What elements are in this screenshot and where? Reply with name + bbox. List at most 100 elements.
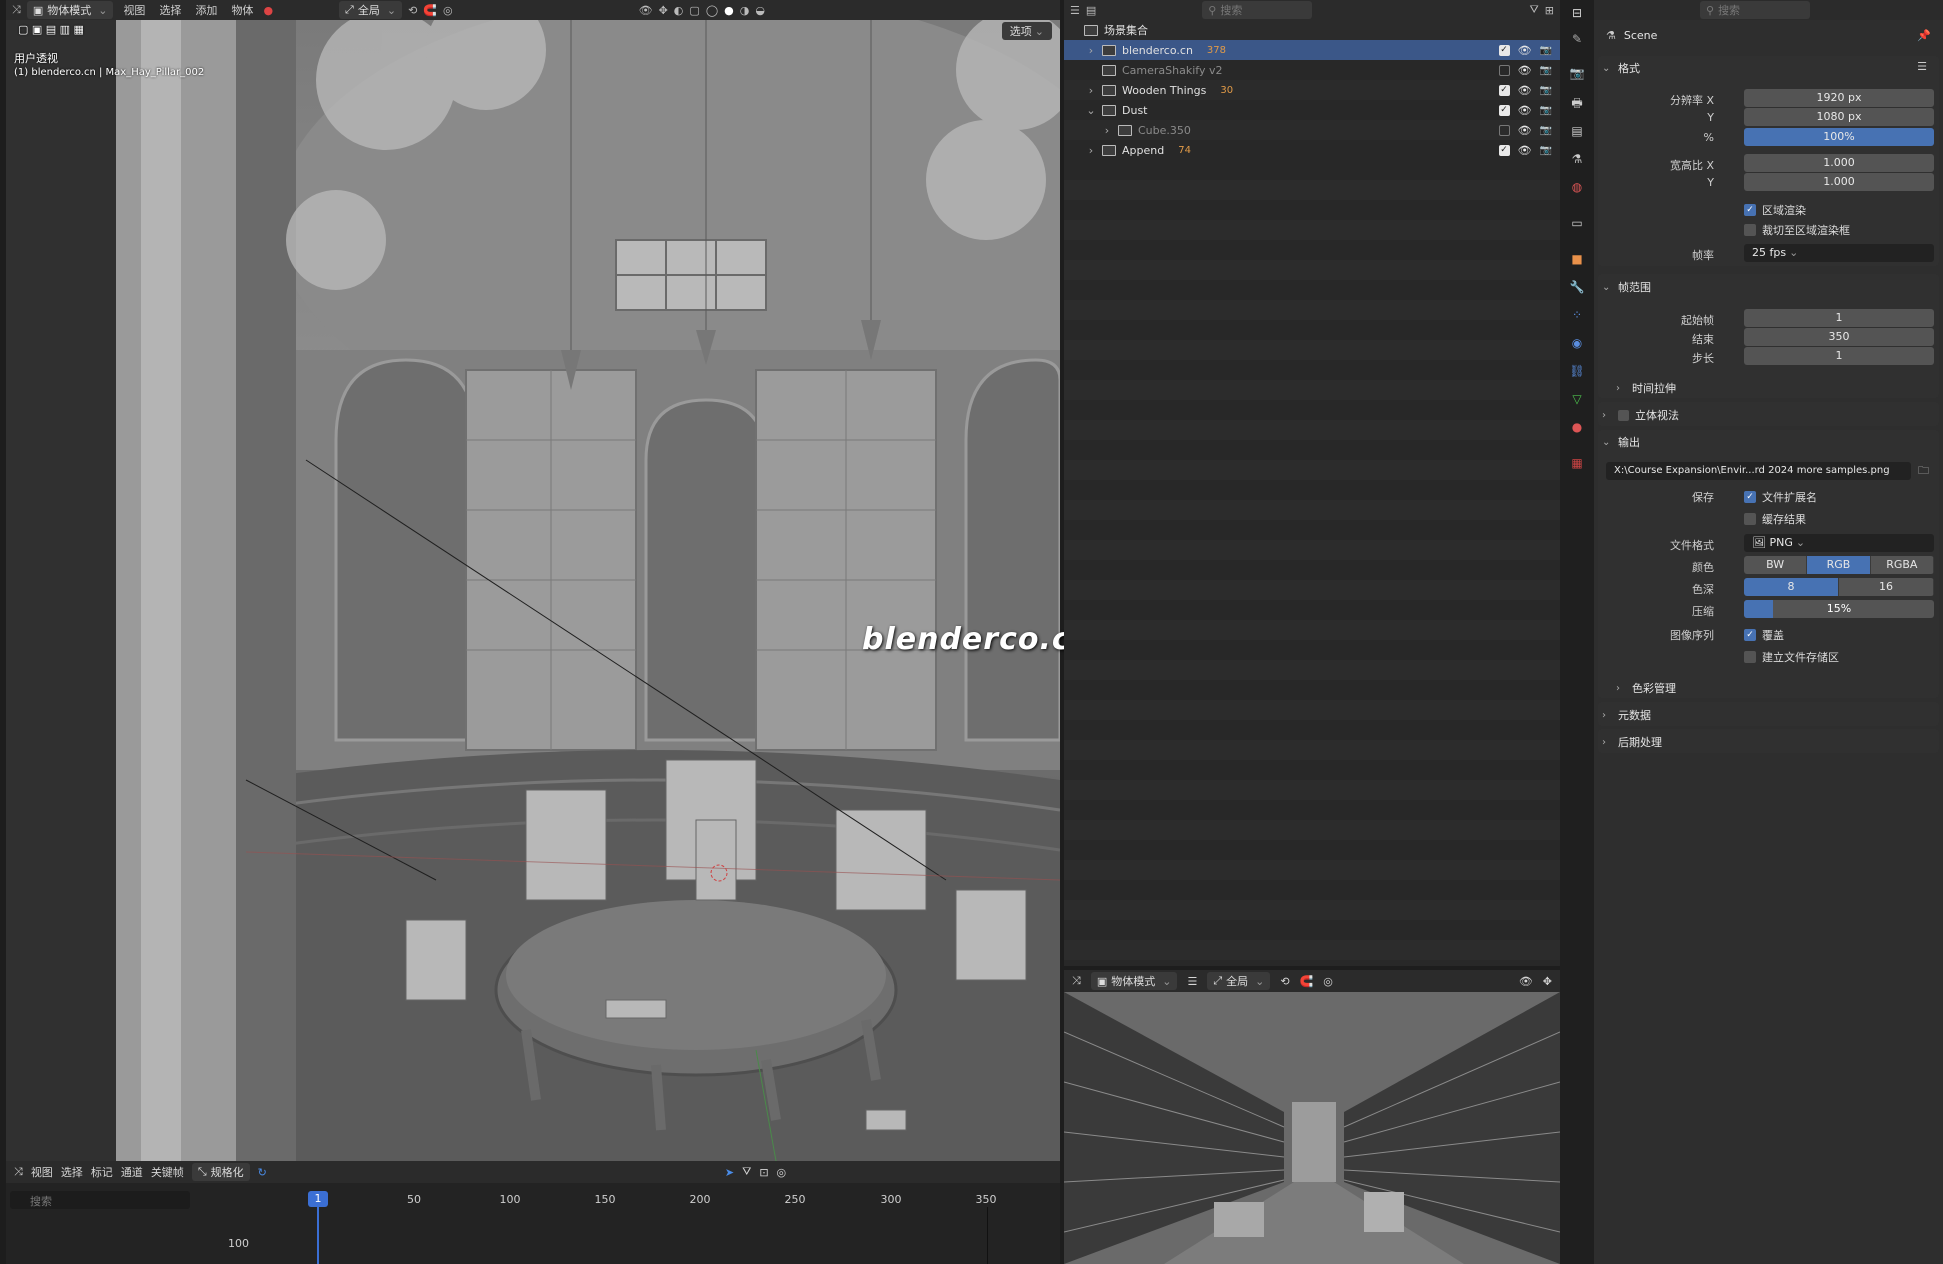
pin-icon[interactable]: 📌 [1917,29,1931,42]
gizmo-icon[interactable]: ✥ [659,4,668,17]
folder-icon[interactable]: 🗀 [1918,462,1929,481]
stereoscopy-header[interactable]: › 立体视法 [1602,407,1679,423]
output-header[interactable]: ⌄ 输出 [1602,434,1640,450]
res-y-field[interactable]: 1080 px [1744,108,1934,126]
material-tab-icon[interactable]: ● [1568,418,1586,436]
stereoscopy-checkbox[interactable] [1618,409,1629,421]
aspect-x-field[interactable]: 1.000 [1744,154,1934,172]
snap-icon[interactable]: 🧲 [423,4,437,17]
display-mode-icon[interactable]: ▤ [1086,4,1096,17]
file-format-dropdown[interactable]: 🖼 PNG [1744,534,1934,552]
res-pct-field[interactable]: 100% [1744,128,1934,146]
outliner-item[interactable]: › Wooden Things 30 ✓ 👁 📷 [1064,80,1560,100]
output-path-input[interactable]: X:\Course Expansion\Envir...rd 2024 more… [1606,462,1911,480]
modifier-tab-icon[interactable]: 🔧 [1568,278,1586,296]
outliner-item[interactable]: ⌄ Dust ✓ 👁 📷 [1064,100,1560,120]
outliner-search-input[interactable]: ⚲ 搜索 [1202,1,1313,19]
eye-icon[interactable]: 👁 [1518,124,1532,137]
3d-viewport[interactable]: 用户透视 (1) blenderco.cn | Max_Hay_Pillar_0… [6,20,1060,1161]
normalize-toggle[interactable]: ⤡ 规格化 [191,1163,250,1181]
color-depth-8[interactable]: 8 [1744,578,1839,596]
editor-type-icon[interactable]: ⊟ [1568,4,1586,22]
properties-panel[interactable]: ⚲ 搜索 ⚗ Scene 📌 ⌄ 格式 ☰ 分辨率 X 1920 px Y 1080… [1594,0,1943,1264]
color-mode-rgba[interactable]: RGBA [1870,556,1934,574]
proportional-icon[interactable]: ◎ [1323,975,1333,988]
physics-tab-icon[interactable]: ◉ [1568,334,1586,352]
menu-select[interactable]: 选择 [155,2,185,18]
format-panel-header[interactable]: ⌄ 格式 [1602,60,1640,76]
metadata-header[interactable]: › 元数据 [1602,707,1651,723]
texture-tab-icon[interactable]: ▦ [1568,454,1586,472]
xray-icon[interactable]: ▢ [689,4,699,17]
material-icon[interactable]: ● [263,4,273,17]
overlay-icon[interactable]: ◐ [674,4,684,17]
collection-tab-icon[interactable]: ▭ [1568,214,1586,232]
filter-icon[interactable]: ⛛ [742,1165,751,1179]
outliner-item-label[interactable]: CameraShakify v2 [1122,64,1222,77]
placeholders-checkbox[interactable]: 建立文件存储区 [1744,649,1839,665]
outliner-editor-icon[interactable]: ☰ [1070,4,1080,17]
preset-list-icon[interactable]: ☰ [1917,60,1927,73]
outliner-item-label[interactable]: Cube.350 [1138,124,1191,137]
eye-icon[interactable]: 👁 [1518,84,1532,97]
timeline-search-input[interactable]: 搜索 [10,1191,190,1209]
camera-icon[interactable]: 📷 [1540,105,1552,116]
data-tab-icon[interactable]: ▽ [1568,390,1586,408]
region-render-checkbox[interactable]: ✓ 区域渲染 [1744,202,1806,218]
timeline-editor-icon[interactable]: ⤨ [14,1165,23,1179]
proportional-edit-icon[interactable]: ◎ [443,4,453,17]
new-collection-icon[interactable]: ⊞ [1545,4,1554,17]
sync-icon[interactable]: ↻ [258,1166,267,1179]
expand-toggle-icon[interactable]: › [1084,144,1098,157]
timeline[interactable]: ⤨ 视图 选择 标记 通道 关键帧 ⤡ 规格化 ↻ ➤ ⛛ ⊡ ◎ 搜索 50 1… [6,1161,1060,1264]
outliner-item-label[interactable]: blenderco.cn [1122,44,1193,57]
expand-toggle-icon[interactable]: › [1084,84,1098,97]
view-layer-tab-icon[interactable]: ▤ [1568,122,1586,140]
tl-menu-channel[interactable]: 通道 [121,1164,143,1180]
eye-icon[interactable]: 👁 [1518,64,1532,77]
wireframe-shading-icon[interactable]: ◯ [706,4,718,17]
outliner-item[interactable]: › Append 74 ✓ 👁 📷 [1064,140,1560,160]
outliner-root[interactable]: 场景集合 [1064,20,1560,40]
res-x-field[interactable]: 1920 px [1744,89,1934,107]
proportional-icon[interactable]: ◎ [777,1166,787,1179]
color-mode-selector[interactable]: BW RGB RGBA [1744,556,1934,574]
file-extension-checkbox[interactable]: ✓ 文件扩展名 [1744,489,1817,505]
frame-start-field[interactable]: 1 [1744,309,1934,327]
editor-type-icon[interactable]: ⤨ [1072,974,1081,988]
timeline-ruler[interactable]: 50 100 150 200 250 300 350 [212,1191,1050,1209]
editor-type-icon[interactable]: ⤨ [12,3,21,17]
visibility-icon[interactable]: 👁 [639,4,653,17]
aspect-y-field[interactable]: 1.000 [1744,173,1934,191]
outliner-item-label[interactable]: Append [1122,144,1164,157]
eye-icon[interactable]: 👁 [1518,44,1532,57]
camera-icon[interactable]: 📷 [1540,125,1552,136]
constraints-tab-icon[interactable]: ⛓ [1568,362,1586,380]
color-depth-16[interactable]: 16 [1839,578,1934,596]
exclude-checkbox[interactable]: ✓ [1498,44,1510,56]
exclude-checkbox[interactable] [1498,64,1510,76]
output-tab-icon[interactable]: 🖶 [1568,94,1586,112]
filter-icon[interactable]: ⛛ [1530,3,1539,17]
color-mode-bw[interactable]: BW [1744,556,1808,574]
scene-tab-icon[interactable]: ⚗ [1568,150,1586,168]
post-processing-header[interactable]: › 后期处理 [1602,734,1662,750]
select-tool-icons[interactable]: ▢ ▣ ▤ ▥ ▦ [18,23,84,36]
fps-dropdown[interactable]: 25 fps [1744,244,1934,262]
color-mode-rgb[interactable]: RGB [1807,556,1871,574]
visibility-icon[interactable]: 👁 [1519,975,1533,988]
material-shading-icon[interactable]: ◑ [740,4,750,17]
cache-result-checkbox[interactable]: 缓存结果 [1744,511,1806,527]
frame-step-field[interactable]: 1 [1744,347,1934,365]
tl-menu-marker[interactable]: 标记 [91,1164,113,1180]
tl-menu-key[interactable]: 关键帧 [151,1164,184,1180]
playhead-line[interactable] [317,1207,319,1264]
select-filter-icon[interactable]: ➤ [725,1166,734,1179]
current-frame-indicator[interactable]: 1 [308,1191,328,1207]
gizmo-icon[interactable]: ✥ [1543,975,1552,988]
menu-icon[interactable]: ☰ [1187,975,1197,988]
outliner-item[interactable]: CameraShakify v2 👁 📷 [1064,60,1560,80]
crop-region-checkbox[interactable]: 裁切至区域渲染框 [1744,222,1850,238]
outliner-item[interactable]: › blenderco.cn 378 ✓ 👁 📷 [1064,40,1560,60]
object-tab-icon[interactable]: ■ [1568,250,1586,268]
